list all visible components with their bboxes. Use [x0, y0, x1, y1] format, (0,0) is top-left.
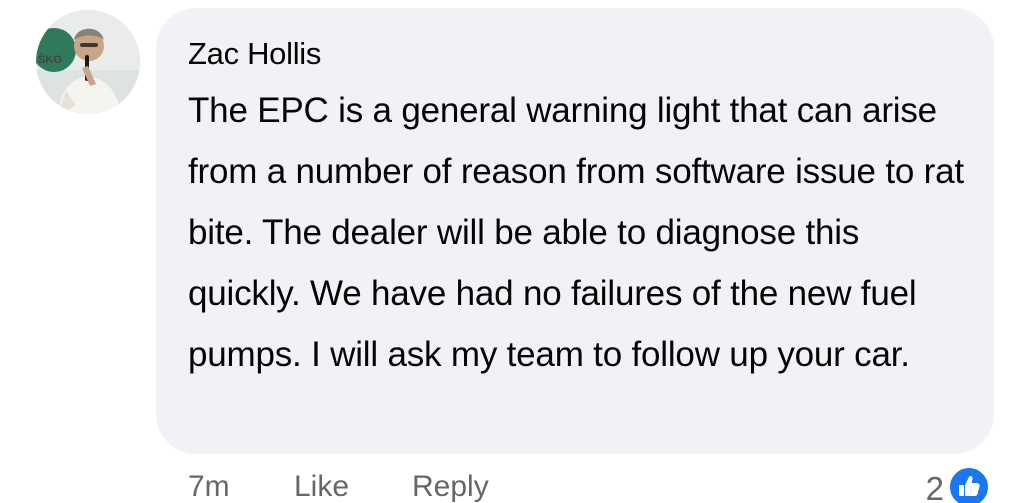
avatar[interactable]: ŠKO — [36, 10, 140, 114]
like-button[interactable]: Like — [294, 470, 349, 503]
thumbs-up-icon[interactable] — [948, 466, 990, 503]
comment-author[interactable]: Zac Hollis — [188, 36, 321, 72]
reply-button[interactable]: Reply — [412, 470, 489, 503]
avatar-photo: ŠKO — [36, 10, 140, 114]
reaction-count[interactable]: 2 — [926, 470, 944, 503]
avatar-logo-text: ŠKO — [38, 53, 62, 66]
comment-action-bar: 7m Like Reply 2 — [0, 462, 1024, 503]
comment-timestamp[interactable]: 7m — [188, 470, 230, 503]
comment-screen: ŠKO Zac Hollis The EPC is a general warn… — [0, 0, 1024, 503]
comment-bubble: Zac Hollis The EPC is a general warning … — [156, 8, 994, 454]
comment-text: The EPC is a general warning light that … — [188, 91, 964, 374]
